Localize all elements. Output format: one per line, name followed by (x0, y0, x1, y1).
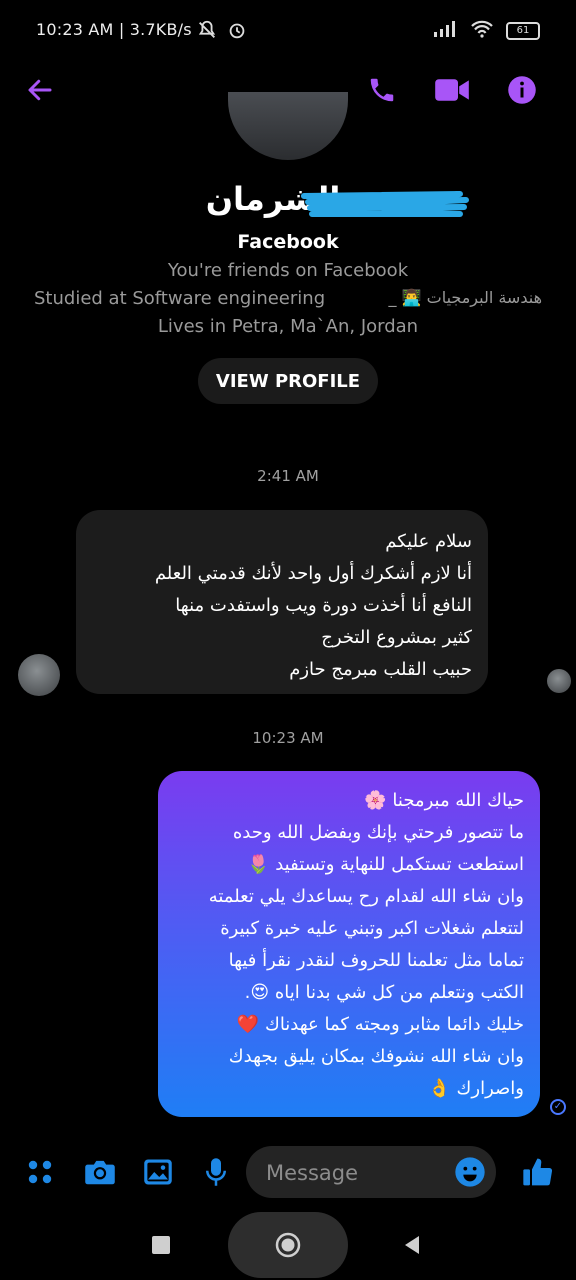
recents-button[interactable] (152, 1236, 170, 1254)
message-line: وان شاء الله نشوفك بمكان يليق بجهدك (228, 1046, 524, 1067)
message-line: حبيب القلب مبرمج حازم (289, 659, 472, 680)
home-circle-icon (275, 1232, 301, 1258)
alarm-icon (226, 19, 248, 45)
emoji-button[interactable] (454, 1156, 486, 1192)
message-line: حياك الله مبرمجنا 🌸 (364, 790, 524, 811)
outgoing-message-text: حياك الله مبرمجنا 🌸 ما تتصور فرحتي بإنك … (154, 785, 524, 1105)
incoming-message-text: سلام عليكم أنا لازم أشكرك أول واحد لأنك … (72, 526, 472, 686)
message-line: سلام عليكم (385, 531, 472, 552)
message-line: الكتب ونتعلم من كل شي بدنا اياه 😍. (244, 982, 524, 1003)
back-button[interactable] (20, 70, 60, 110)
thumbs-up-icon (523, 1158, 553, 1186)
lives-info: Lives in Petra, Ma`An, Jordan (157, 316, 419, 337)
video-camera-icon (435, 79, 469, 101)
profile-name: ة الشرمان (205, 180, 371, 218)
status-time-speed: 10:23 AM | 3.7KB/s (36, 20, 192, 39)
camera-icon (85, 1160, 115, 1185)
message-line: النافع أنا أخذت دورة ويب واستفدت منها (175, 595, 472, 616)
timestamp: 2:41 AM (257, 467, 319, 485)
message-line: أنا لازم أشكرك أول واحد لأنك قدمتي العلم (154, 563, 472, 584)
sender-avatar[interactable] (18, 654, 60, 696)
phone-icon (370, 78, 394, 102)
message-line: خليك دائما مثابر ومجته كما عهدناك ❤️ (236, 1014, 524, 1035)
back-nav-button[interactable] (403, 1235, 421, 1259)
voice-button[interactable] (196, 1152, 236, 1192)
mute-icon (196, 19, 218, 45)
message-line: كثير بمشروع التخرج (321, 627, 472, 648)
video-call-button[interactable] (432, 70, 472, 110)
triangle-back-icon (405, 1236, 419, 1254)
home-button[interactable] (228, 1212, 348, 1278)
info-icon (508, 76, 536, 104)
read-receipt-avatar (547, 669, 571, 693)
message-line: واصرارك 👌 (428, 1078, 524, 1099)
gallery-button[interactable] (138, 1152, 178, 1192)
like-button[interactable] (518, 1152, 558, 1192)
profile-avatar (228, 92, 348, 160)
microphone-icon (206, 1158, 226, 1186)
delivered-check-icon: ✓ (550, 1099, 566, 1115)
studied-info: Studied at Software engineering (34, 288, 326, 309)
timestamp: 10:23 AM (252, 729, 324, 747)
message-line: ما تتصور فرحتي بإنك وبفضل الله وحده (232, 822, 524, 843)
studied-info-arabic: هندسة البرمجيات 👨‍💻 _ (388, 288, 542, 307)
apps-icon (28, 1160, 52, 1184)
message-line: تماما مثل تعلمنا للحروف لنقدر نقرأ فيها (228, 950, 524, 971)
camera-button[interactable] (80, 1152, 120, 1192)
call-button[interactable] (362, 70, 402, 110)
info-button[interactable] (502, 70, 542, 110)
platform-label: Facebook (237, 231, 339, 253)
emoji-icon (455, 1157, 485, 1187)
apps-button[interactable] (20, 1152, 60, 1192)
gallery-icon (144, 1159, 172, 1185)
message-input-container (246, 1146, 496, 1200)
battery-icon: 61 (506, 22, 540, 40)
friends-info: You're friends on Facebook (167, 260, 409, 281)
view-profile-button[interactable]: VIEW PROFILE (198, 358, 378, 404)
message-line: لتتعلم شغلات اكبر وتبني عليه خبرة كبيرة (220, 918, 524, 939)
message-line: استطعت تستكمل للنهاية وتستفيد 🌷 (247, 854, 524, 875)
arrow-left-icon (28, 79, 52, 101)
wifi-icon (470, 20, 494, 42)
status-bar: 10:23 AM | 3.7KB/s 61 (0, 0, 576, 62)
message-input[interactable] (264, 1146, 448, 1200)
message-line: وان شاء الله لقدام رح يساعدك يلي تعلمته (208, 886, 524, 907)
signal-icon (434, 21, 458, 41)
redaction-scribble (301, 191, 469, 217)
